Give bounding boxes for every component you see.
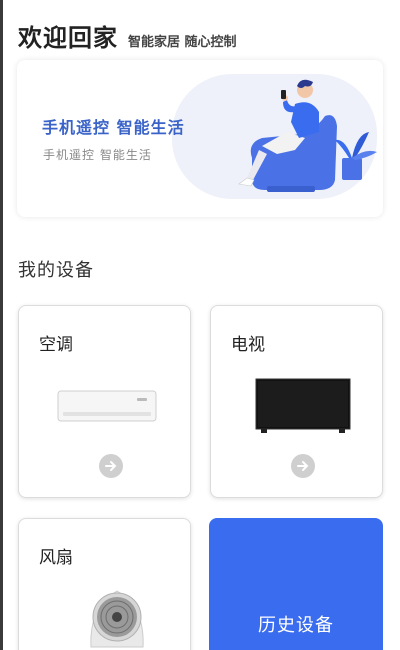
history-devices-label: 历史设备 (258, 615, 334, 636)
my-devices-heading: 我的设备 (18, 260, 94, 281)
television-image (255, 378, 351, 433)
window-left-edge (0, 0, 3, 650)
arrow-right-circle-icon[interactable] (291, 454, 315, 478)
header: 欢迎回家 智能家居 随心控制 (18, 18, 237, 53)
device-card-air-conditioner[interactable]: 空调 (18, 305, 191, 498)
arrow-right-circle-icon[interactable] (99, 454, 123, 478)
page-subtitle: 智能家居 随心控制 (128, 35, 237, 50)
banner-title: 手机遥控 智能生活 (42, 118, 185, 137)
device-name: 空调 (39, 335, 73, 355)
person-on-armchair-with-phone-illustration (238, 79, 377, 192)
device-card-fan[interactable]: 风扇 (18, 518, 191, 650)
history-devices-button[interactable]: 历史设备 (209, 518, 383, 650)
page-title: 欢迎回家 (18, 24, 118, 52)
device-card-television[interactable]: 电视 (210, 305, 383, 498)
device-name: 电视 (231, 335, 265, 355)
device-name: 风扇 (39, 548, 73, 568)
air-conditioner-image (57, 390, 157, 422)
banner-subtitle: 手机遥控 智能生活 (43, 148, 152, 162)
fan-image (90, 590, 144, 648)
promo-banner[interactable]: 手机遥控 智能生活 手机遥控 智能生活 (17, 60, 383, 217)
